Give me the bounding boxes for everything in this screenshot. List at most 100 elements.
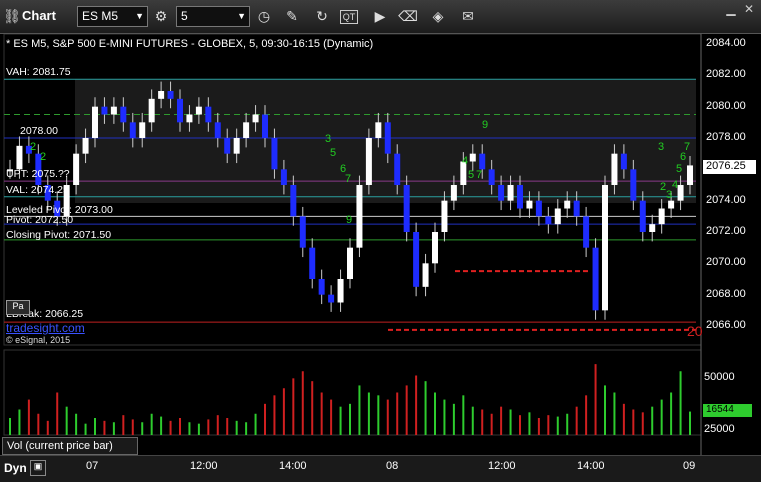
refresh-icon[interactable]: ↻: [312, 6, 332, 26]
price-bar: [394, 153, 401, 185]
price-bar: [167, 91, 174, 99]
price-bar: [318, 279, 325, 295]
level-label: 2078.00: [20, 125, 58, 137]
y-tick-label: 2066.00: [706, 319, 746, 331]
price-bar: [262, 114, 268, 138]
minimize-icon[interactable]: ▁: [724, 2, 738, 16]
price-bar: [243, 122, 250, 138]
toolbar: ⛓ Chart ES M5 ▼ ⚙ 5 ▼ ◷ ✎ ↻ QT ▶ ⌫ ◈ ✉ ▁…: [0, 0, 761, 34]
vol-tick-25000: 25000: [704, 423, 735, 435]
price-bar: [309, 247, 316, 279]
price-bar: [139, 122, 146, 138]
level-label: UPT: 2075.??: [6, 168, 70, 180]
price-bar: [583, 216, 590, 248]
price-bar: [328, 294, 335, 303]
vol-tick-50000: 50000: [704, 371, 735, 383]
window-title: Chart: [22, 8, 56, 23]
clock-icon[interactable]: ◷: [254, 6, 274, 26]
count-marker: 4: [462, 155, 468, 167]
last-price-badge: 2076.25: [703, 160, 756, 174]
price-bar: [375, 122, 382, 138]
count-marker: 9: [346, 214, 352, 226]
price-bar: [441, 200, 448, 232]
price-bar: [602, 185, 608, 311]
dyn-button[interactable]: Dyn: [4, 461, 27, 475]
red-right-label: 20: [687, 323, 703, 339]
pencil-icon[interactable]: ✎: [282, 6, 302, 26]
price-bar: [290, 185, 297, 217]
price-bar: [649, 224, 656, 232]
diamond-icon[interactable]: ◈: [428, 6, 448, 26]
chart-canvas[interactable]: 2235679945 73234567: [0, 34, 761, 455]
y-tick-label: 2082.00: [706, 68, 746, 81]
price-bar: [92, 106, 98, 138]
price-bar: [545, 216, 552, 225]
level-label: Closing Pivot: 2071.50: [6, 229, 112, 241]
price-bar: [101, 106, 108, 115]
price-bar: [252, 114, 259, 123]
price-bar: [384, 122, 391, 154]
y-tick-label: 2068.00: [706, 287, 746, 300]
price-bar: [432, 232, 438, 264]
price-bar: [611, 153, 618, 185]
y-tick-label: 2078.00: [706, 131, 746, 143]
count-marker: 7: [684, 141, 690, 153]
interval-value: 5: [181, 9, 188, 23]
price-bar: [507, 185, 514, 201]
price-bar: [73, 153, 80, 185]
interval-gear-icon[interactable]: ⚙: [151, 6, 171, 26]
price-bar: [214, 122, 221, 138]
bottom-bar: Dyn ▣: [0, 455, 761, 482]
price-bar: [564, 200, 571, 209]
watermark: tradesight.com: [6, 321, 85, 335]
level-label: VAH: 2081.75: [6, 66, 71, 78]
play-icon[interactable]: ▶: [370, 6, 390, 26]
price-bar: [299, 216, 306, 248]
price-bar: [186, 114, 193, 123]
price-bar: [620, 153, 627, 170]
chart-header: * ES M5, S&P 500 E-MINI FUTURES - GLOBEX…: [6, 38, 374, 50]
x-tick-label: 12:00: [190, 460, 218, 472]
symbol-input[interactable]: ES M5 ▼: [77, 6, 148, 27]
comment-icon[interactable]: ✉: [458, 6, 478, 26]
close-icon[interactable]: ✕: [742, 2, 756, 16]
level-label: Pivot: 2072.50: [6, 214, 74, 226]
interval-select[interactable]: 5 ▼: [176, 6, 250, 27]
y-tick-label: 2074.00: [706, 193, 746, 206]
chevron-down-icon[interactable]: ▼: [237, 7, 246, 26]
price-bar: [403, 185, 410, 232]
price-bar: [668, 200, 675, 209]
price-bar: [554, 208, 561, 225]
price-bar: [224, 138, 231, 154]
price-bar: [677, 185, 684, 201]
price-bar: [365, 138, 372, 185]
x-tick-label: 09: [683, 460, 696, 472]
link-icon[interactable]: ⛓: [2, 6, 22, 26]
price-bar: [129, 122, 136, 138]
volume-current-badge: 16544: [703, 404, 752, 417]
price-bar: [205, 106, 212, 123]
chevron-down-icon[interactable]: ▼: [135, 7, 144, 26]
price-bar: [535, 200, 542, 217]
copyright: © eSignal, 2015: [6, 335, 71, 345]
ticker-icon[interactable]: QT: [340, 10, 358, 24]
count-marker: 9: [482, 119, 488, 131]
eraser-icon[interactable]: ⌫: [398, 6, 418, 26]
price-bar: [658, 208, 665, 225]
x-tick-label: 07: [86, 460, 99, 472]
count-marker: 3: [658, 141, 664, 153]
y-tick-label: 2072.00: [706, 225, 746, 237]
price-bar: [479, 153, 486, 170]
volume-study-label[interactable]: Vol (current price bar): [2, 437, 138, 455]
price-bar: [687, 165, 693, 185]
price-bar: [630, 169, 637, 201]
price-bar: [488, 169, 495, 185]
lock-icon[interactable]: ▣: [30, 460, 46, 476]
price-bar: [573, 200, 580, 217]
price-bar: [517, 185, 523, 209]
x-tick-label: 14:00: [577, 460, 605, 472]
y-tick-label: 2084.00: [706, 37, 746, 49]
level-label: VAL: 2074.25: [6, 184, 69, 196]
price-bar: [195, 106, 202, 115]
small-box-label: Pa: [6, 300, 30, 315]
